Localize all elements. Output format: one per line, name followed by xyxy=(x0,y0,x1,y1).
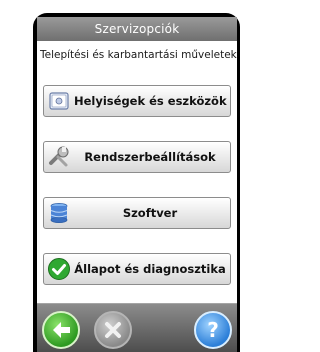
database-icon xyxy=(47,201,71,225)
bottom-toolbar: ? xyxy=(37,303,237,352)
back-arrow-icon xyxy=(53,322,70,338)
window-title: Szervizopciók xyxy=(37,17,237,41)
status-diagnostics-button[interactable]: Állapot és diagnosztika xyxy=(43,253,231,285)
device-screen: Szervizopciók Telepítési és karbantartás… xyxy=(37,17,237,352)
cancel-button[interactable] xyxy=(94,311,132,349)
software-button[interactable]: Szoftver xyxy=(43,197,231,229)
help-question-icon: ? xyxy=(207,318,219,342)
system-settings-button[interactable]: Rendszerbeállítások xyxy=(43,141,231,173)
back-button[interactable] xyxy=(42,311,80,349)
rooms-devices-icon xyxy=(47,89,71,113)
rooms-and-devices-button[interactable]: Helyiségek és eszközök xyxy=(43,85,231,117)
page-description: Telepítési és karbantartási műveletek. xyxy=(40,49,237,61)
page-background: Szervizopciók Telepítési és karbantartás… xyxy=(0,0,275,352)
cancel-x-icon xyxy=(105,322,121,338)
checkmark-icon xyxy=(47,257,71,281)
menu-item-label: Szoftver xyxy=(122,206,178,220)
menu-item-label: Helyiségek és eszközök xyxy=(74,94,227,108)
menu-item-label: Rendszerbeállítások xyxy=(84,150,216,164)
wrench-icon xyxy=(47,145,71,169)
help-button[interactable]: ? xyxy=(194,311,232,349)
menu-item-label: Állapot és diagnosztika xyxy=(74,262,226,276)
svg-text:?: ? xyxy=(207,318,219,342)
